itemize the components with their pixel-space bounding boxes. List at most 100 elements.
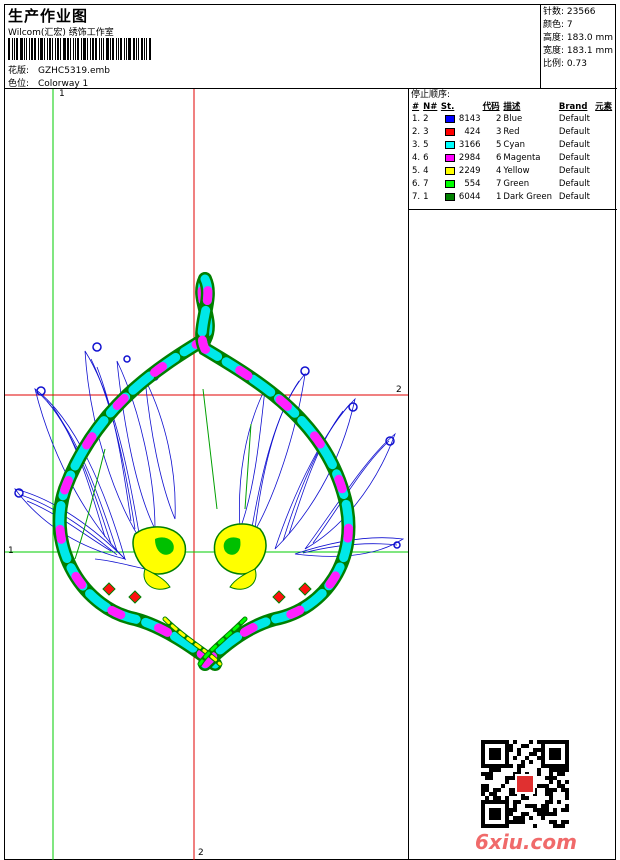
stitch-count-cell: 8143 bbox=[458, 114, 481, 124]
barcode-bar bbox=[63, 38, 66, 60]
seq-cell-element bbox=[594, 178, 615, 191]
design-width: 宽度: 183.1 mm bbox=[543, 46, 614, 56]
seq-cell-desc: Dark Green bbox=[503, 192, 553, 202]
barcode-bar bbox=[106, 38, 109, 60]
barcode-bar bbox=[75, 38, 76, 60]
seq-cell-desc: Yellow bbox=[503, 166, 530, 176]
seq-cell-brand: Default bbox=[558, 140, 590, 150]
colorway-label: 色位: bbox=[8, 79, 30, 89]
seq-cell-n: 6 bbox=[423, 153, 429, 163]
barcode-bar bbox=[16, 38, 18, 60]
seq-cell-code: 2 bbox=[495, 114, 502, 124]
seq-cell-desc: Cyan bbox=[503, 140, 525, 150]
seq-cell-desc: Green bbox=[503, 179, 530, 189]
seq-cell-element bbox=[594, 191, 615, 204]
guide-label-red-right: 2 bbox=[396, 385, 402, 395]
seq-cell-idx: 7. bbox=[412, 192, 421, 202]
seq-cell-brand: Default bbox=[558, 166, 590, 176]
barcode-bar bbox=[118, 38, 119, 60]
colorway-line: 色位: Colorway 1 bbox=[8, 76, 88, 89]
seq-header-6: 元素 bbox=[595, 102, 613, 112]
barcode bbox=[8, 38, 156, 60]
barcode-bar bbox=[73, 38, 74, 60]
barcode-bar bbox=[67, 38, 69, 60]
seq-cell-n: 4 bbox=[423, 166, 429, 176]
stitch-count-cell: 3166 bbox=[458, 140, 481, 150]
barcode-bar bbox=[126, 38, 127, 60]
barcode-bar bbox=[34, 38, 36, 60]
seq-header-2: St. bbox=[440, 102, 455, 112]
seq-cell-code: 6 bbox=[495, 153, 502, 163]
barcode-bar bbox=[26, 38, 27, 60]
barcode-bar bbox=[136, 38, 137, 60]
sheet-header: 生产作业图 Wilcom(汇宏) 绣饰工作室 花版: GZHC5319.emb 色… bbox=[5, 5, 617, 89]
seq-cell-brand: Default bbox=[558, 179, 590, 189]
barcode-bar bbox=[44, 38, 45, 60]
qr-code-graphic bbox=[481, 740, 569, 828]
color-swatch bbox=[444, 192, 455, 201]
guide-label-green-left: 1 bbox=[8, 546, 14, 556]
sheet-title: 生产作业图 bbox=[8, 7, 89, 25]
barcode-bar bbox=[52, 38, 53, 60]
seq-cell-n: 3 bbox=[423, 127, 429, 137]
barcode-bar bbox=[116, 38, 117, 60]
barcode-bar bbox=[8, 38, 10, 60]
barcode-bar bbox=[124, 38, 125, 60]
barcode-bar bbox=[141, 38, 143, 60]
design-file-label: 花版: bbox=[8, 66, 30, 76]
seq-cell-desc: Red bbox=[503, 127, 520, 137]
barcode-bar bbox=[120, 38, 122, 60]
seq-cell-code: 5 bbox=[495, 140, 502, 150]
seq-cell-desc: Blue bbox=[503, 114, 523, 124]
watermark-logo: 6xiu.com bbox=[475, 830, 577, 854]
seq-header-5: Brand bbox=[558, 102, 588, 112]
seq-cell-brand: Default bbox=[558, 192, 590, 202]
seq-cell-code: 7 bbox=[495, 179, 502, 189]
design-file-line: 花版: GZHC5319.emb bbox=[8, 63, 110, 76]
table-row: 2. 3 424 3 Red Default bbox=[411, 126, 615, 139]
seq-cell-n: 1 bbox=[423, 192, 429, 202]
barcode-bar bbox=[138, 38, 139, 60]
color-swatch bbox=[444, 114, 455, 123]
stitch-count-cell: 2984 bbox=[458, 153, 481, 163]
left-bird bbox=[132, 526, 187, 590]
barcode-bar bbox=[103, 38, 104, 60]
seq-cell-element bbox=[594, 165, 615, 178]
seq-header-3: 代码 bbox=[482, 102, 500, 112]
table-row: 5. 4 2249 4 Yellow Default bbox=[411, 165, 615, 178]
color-swatch bbox=[444, 166, 455, 175]
table-row: 7. 1 6044 1 Dark Green Default bbox=[411, 191, 615, 204]
stats-box: 针数: 23566 颜色: 7 高度: 183.0 mm 宽度: 183.1 m… bbox=[540, 5, 617, 89]
design-scale: 比例: 0.73 bbox=[543, 59, 587, 69]
table-row: 1. 2 8143 2 Blue Default bbox=[411, 113, 615, 126]
guide-label-green-top: 1 bbox=[59, 89, 65, 99]
barcode-bar bbox=[12, 38, 13, 60]
table-row: 4. 6 2984 6 Magenta Default bbox=[411, 152, 615, 165]
color-count: 颜色: 7 bbox=[543, 20, 573, 30]
table-row: 6. 7 554 7 Green Default bbox=[411, 178, 615, 191]
colorway-value: Colorway 1 bbox=[38, 79, 89, 89]
stop-sequence-title: 停止顺序: bbox=[411, 90, 451, 100]
barcode-bar bbox=[20, 38, 23, 60]
color-swatch bbox=[444, 153, 455, 162]
right-bird bbox=[213, 523, 267, 590]
seq-cell-element bbox=[594, 139, 615, 152]
barcode-bar bbox=[144, 38, 145, 60]
side-panel: 停止顺序: # N# St. 代码 描述 Brand 元素 1. 2 8143 2 Blue Defa… bbox=[409, 89, 617, 860]
barcode-bar bbox=[24, 38, 25, 60]
seq-cell-code: 3 bbox=[495, 127, 502, 137]
seq-header-1: N# bbox=[423, 102, 438, 112]
seq-cell-brand: Default bbox=[558, 114, 590, 124]
barcode-bar bbox=[38, 38, 39, 60]
seq-cell-brand: Default bbox=[558, 127, 590, 137]
table-row: 3. 5 3166 5 Cyan Default bbox=[411, 139, 615, 152]
barcode-bar bbox=[57, 38, 59, 60]
seq-cell-idx: 5. bbox=[412, 166, 421, 176]
barcode-bar bbox=[146, 38, 147, 60]
color-swatch bbox=[444, 140, 455, 149]
stitch-count: 针数: 23566 bbox=[543, 7, 596, 17]
seq-cell-desc: Magenta bbox=[503, 153, 541, 163]
heart-vine bbox=[52, 272, 356, 671]
barcode-bar bbox=[112, 38, 114, 60]
barcode-bar bbox=[110, 38, 111, 60]
